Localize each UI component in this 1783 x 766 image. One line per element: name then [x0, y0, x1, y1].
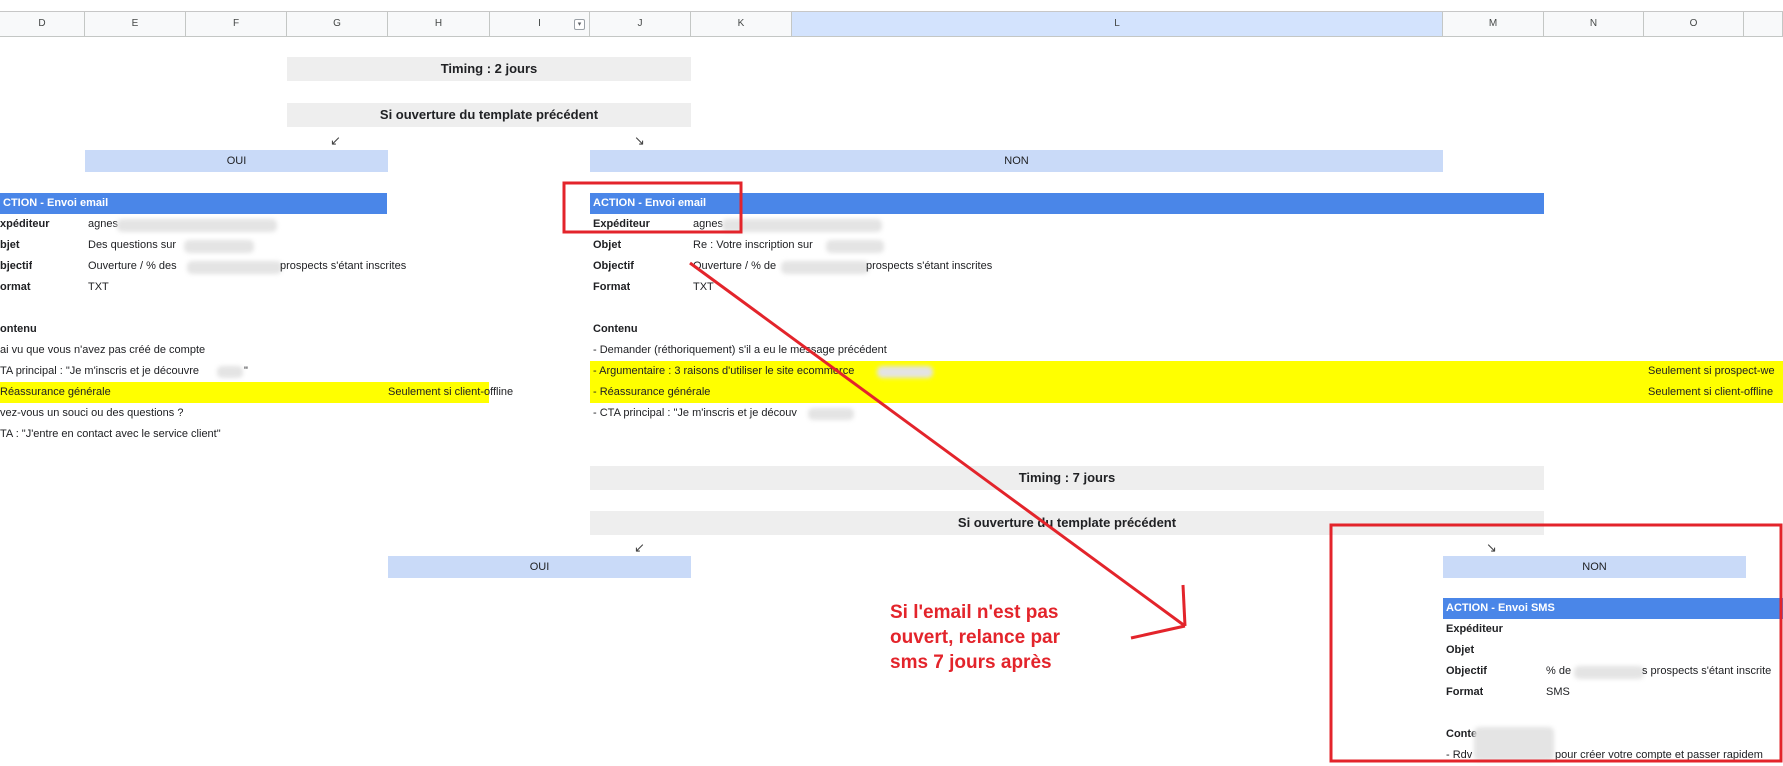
left-expediteur-value[interactable]: agnes [88, 214, 118, 235]
left-content-line-5[interactable]: TA : "J'entre en contact avec le service… [0, 424, 221, 445]
sms-expediteur-label[interactable]: Expéditeur [1446, 619, 1503, 640]
left-objectif-value-a[interactable]: Ouverture / % des [88, 256, 177, 277]
left-content-line-1[interactable]: ai vu que vous n'avez pas créé de compte [0, 340, 205, 361]
column-header-f[interactable]: F [186, 12, 287, 36]
redacted-sender-right [722, 219, 882, 232]
column-header-g[interactable]: G [287, 12, 388, 36]
redacted-cta [217, 366, 243, 378]
column-header-p[interactable] [1744, 12, 1783, 36]
spreadsheet-sheet: D E F G H I ▾ J K L M N O Timing : 2 jou… [0, 0, 1783, 763]
timing-2-jours-band[interactable]: Timing : 2 jours [287, 57, 691, 81]
redacted-sms-contenu [1474, 727, 1554, 761]
left-format-label[interactable]: ormat [0, 277, 31, 298]
column-header-i[interactable]: I ▾ [490, 12, 590, 36]
right-action-header[interactable]: ACTION - Envoi email [590, 193, 1544, 214]
column-header-o[interactable]: O [1644, 12, 1744, 36]
redacted-objet [184, 240, 254, 253]
left-content-line-2[interactable]: TA principal : "Je m'inscris et je décou… [0, 361, 199, 382]
right-objet-label[interactable]: Objet [593, 235, 621, 256]
column-header-h[interactable]: H [388, 12, 490, 36]
right-content-line-4[interactable]: - CTA principal : "Je m'inscris et je dé… [593, 403, 797, 424]
column-header-n[interactable]: N [1544, 12, 1644, 36]
right-content-line-2[interactable]: - Argumentaire : 3 raisons d'utiliser le… [593, 361, 854, 382]
sms-objet-label[interactable]: Objet [1446, 640, 1474, 661]
column-header-d[interactable]: D [0, 12, 85, 36]
right-format-value[interactable]: TXT [693, 277, 714, 298]
left-objectif-label[interactable]: bjectif [0, 256, 32, 277]
right-content-line-3[interactable]: - Réassurance générale [593, 382, 710, 403]
redacted-objectif [187, 261, 282, 274]
left-objectif-value-b[interactable]: prospects s'étant inscrites [280, 256, 406, 277]
column-header-i-label: I [538, 18, 541, 29]
condition-open-previous-band-2[interactable]: Si ouverture du template précédent [590, 511, 1544, 535]
right-objectif-label[interactable]: Objectif [593, 256, 634, 277]
arrow-down-left-icon-2: ↙ [634, 541, 645, 555]
redacted-objectif-right [781, 261, 869, 274]
column-header-k[interactable]: K [691, 12, 792, 36]
right-objectif-value-b[interactable]: prospects s'étant inscrites [866, 256, 992, 277]
left-objet-label[interactable]: bjet [0, 235, 20, 256]
right-note-prospect-web[interactable]: Seulement si prospect-we [1648, 361, 1775, 382]
right-format-label[interactable]: Format [593, 277, 630, 298]
right-content-line-1[interactable]: - Demander (réthoriquement) s'il a eu le… [593, 340, 887, 361]
column-header-l[interactable]: L [792, 12, 1443, 36]
column-header-j[interactable]: J [590, 12, 691, 36]
sms-objectif-value-a[interactable]: % de [1546, 661, 1571, 682]
left-format-value[interactable]: TXT [88, 277, 109, 298]
redacted-objet-right [826, 240, 884, 253]
redacted-ecommerce [877, 366, 933, 378]
sms-format-value[interactable]: SMS [1546, 682, 1570, 703]
arrow-down-right-icon: ↘ [634, 134, 645, 148]
left-objet-value[interactable]: Des questions sur [88, 235, 176, 256]
arrow-down-right-icon-2: ↘ [1486, 541, 1497, 555]
redacted-sms-objectif [1574, 666, 1644, 679]
filter-dropdown-icon[interactable]: ▾ [574, 19, 585, 30]
left-content-line-2-close[interactable]: " [244, 361, 248, 382]
annotation-arrow-line [689, 261, 1186, 628]
branch-oui-bottom[interactable]: OUI [388, 556, 691, 578]
right-objectif-value-a[interactable]: Ouverture / % de [693, 256, 776, 277]
left-content-line-3[interactable]: Réassurance générale [0, 382, 388, 403]
column-header-m[interactable]: M [1443, 12, 1544, 36]
left-action-header[interactable]: CTION - Envoi email [0, 193, 387, 214]
annotation-text: Si l'email n'est pas ouvert, relance par… [890, 602, 1061, 673]
right-expediteur-label[interactable]: Expéditeur [593, 214, 650, 235]
annotation-arrow-head-b [1181, 584, 1187, 627]
toolbar-edge [0, 0, 1783, 12]
annotation-arrow-head-a [1130, 624, 1186, 640]
branch-non-bottom[interactable]: NON [1443, 556, 1746, 578]
left-contenu-label[interactable]: ontenu [0, 319, 37, 340]
arrow-down-left-icon: ↙ [330, 134, 341, 148]
left-content-line-4[interactable]: vez-vous un souci ou des questions ? [0, 403, 183, 424]
right-objet-value[interactable]: Re : Votre inscription sur [693, 235, 813, 256]
right-note-client-offline[interactable]: Seulement si client-offline [1648, 382, 1773, 403]
sms-action-header[interactable]: ACTION - Envoi SMS [1443, 598, 1783, 619]
branch-oui-left[interactable]: OUI [85, 150, 388, 172]
right-expediteur-value[interactable]: agnes [693, 214, 723, 235]
condition-open-previous-band[interactable]: Si ouverture du template précédent [287, 103, 691, 127]
redacted-sender [117, 219, 277, 232]
sms-objectif-value-b[interactable]: s prospects s'étant inscrite [1642, 661, 1771, 682]
yellow-row-reassurance [590, 382, 1783, 403]
column-header-e[interactable]: E [85, 12, 186, 36]
redacted-cta-right [808, 408, 854, 420]
sms-contenu-label[interactable]: Conte [1446, 724, 1477, 745]
sms-objectif-label[interactable]: Objectif [1446, 661, 1487, 682]
right-contenu-label[interactable]: Contenu [593, 319, 638, 340]
column-header-bar: D E F G H I ▾ J K L M N O [0, 12, 1783, 37]
sms-format-label[interactable]: Format [1446, 682, 1483, 703]
left-expediteur-label[interactable]: xpéditeur [0, 214, 50, 235]
timing-7-jours-band[interactable]: Timing : 7 jours [590, 466, 1544, 490]
branch-non-right[interactable]: NON [590, 150, 1443, 172]
left-note-client-offline[interactable]: Seulement si client-offline [388, 382, 513, 403]
